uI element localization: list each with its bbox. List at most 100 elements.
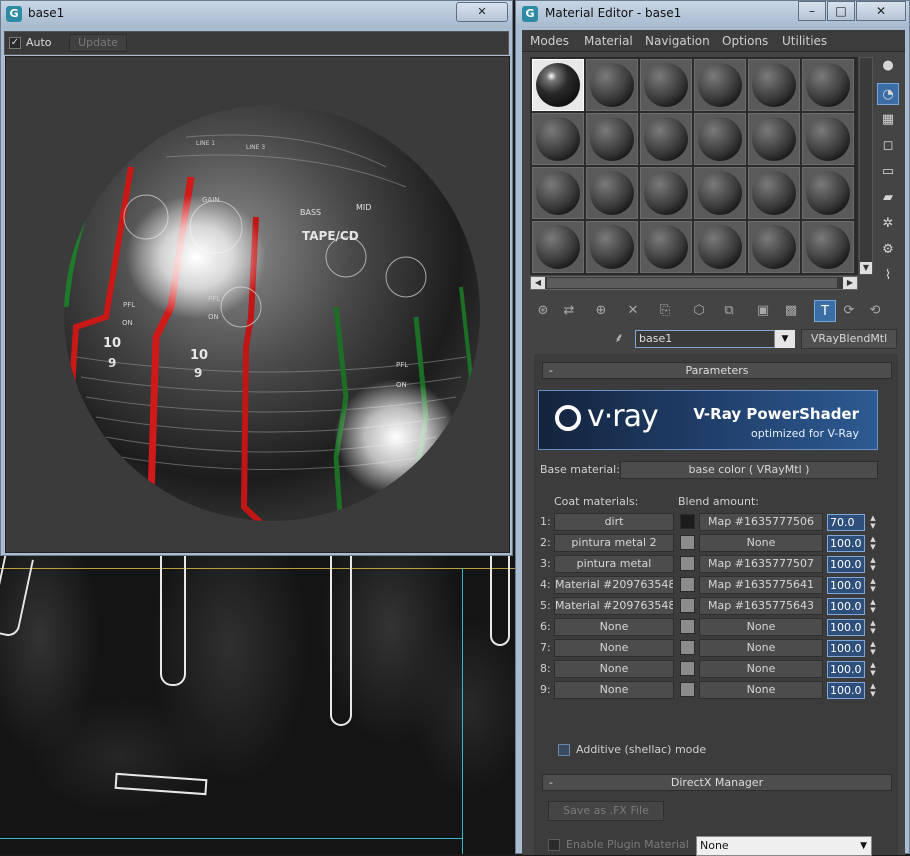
- blend-amount-spinner[interactable]: 100.0: [827, 535, 865, 552]
- sample-slot[interactable]: [694, 59, 746, 111]
- coat-material-button[interactable]: Material #2097635486: [554, 597, 674, 615]
- sample-slot[interactable]: [586, 113, 638, 165]
- sample-slot[interactable]: [748, 59, 800, 111]
- show-end-result-icon[interactable]: ▩: [780, 300, 802, 322]
- sample-type-icon[interactable]: ●: [877, 55, 899, 77]
- sample-slot[interactable]: [748, 167, 800, 219]
- render-preview[interactable]: TAPE/CD BASS MID GAIN LINE 1 LINE 3 PFL …: [5, 56, 510, 553]
- menu-navigation[interactable]: Navigation: [645, 34, 710, 48]
- blend-amount-spinner[interactable]: 100.0: [827, 619, 865, 636]
- spinner-arrows-icon[interactable]: ▲ ▼: [868, 640, 878, 657]
- spinner-arrows-icon[interactable]: ▲ ▼: [868, 514, 878, 531]
- blend-map-button[interactable]: None: [699, 534, 823, 552]
- spinner-arrows-icon[interactable]: ▲ ▼: [868, 598, 878, 615]
- close-button[interactable]: ✕: [856, 1, 906, 21]
- coat-material-button[interactable]: None: [554, 681, 674, 699]
- go-forward-icon[interactable]: ⟳: [838, 300, 860, 322]
- sample-slot[interactable]: [640, 221, 692, 273]
- sample-slot[interactable]: [532, 167, 584, 219]
- sample-slot[interactable]: [802, 59, 854, 111]
- coat-material-button[interactable]: None: [554, 660, 674, 678]
- spinner-arrows-icon[interactable]: ▲ ▼: [868, 682, 878, 699]
- sample-slot[interactable]: [694, 221, 746, 273]
- plugin-material-select[interactable]: None ▼: [696, 836, 872, 856]
- blend-amount-spinner[interactable]: 100.0: [827, 577, 865, 594]
- coat-material-button[interactable]: None: [554, 639, 674, 657]
- minimize-button[interactable]: –: [798, 1, 826, 21]
- make-unique-icon[interactable]: ⎘: [654, 300, 676, 322]
- put-to-scene-icon[interactable]: ⇄: [558, 300, 580, 322]
- additive-mode-checkbox[interactable]: [558, 744, 570, 756]
- coat-material-button[interactable]: None: [554, 618, 674, 636]
- blend-map-button[interactable]: Map #1635777506: [699, 513, 823, 531]
- select-by-material-icon[interactable]: ⚙: [877, 239, 899, 261]
- sample-slot[interactable]: [586, 59, 638, 111]
- blend-amount-spinner[interactable]: 100.0: [827, 661, 865, 678]
- blend-map-button[interactable]: Map #1635775641: [699, 576, 823, 594]
- coat-material-button[interactable]: pintura metal: [554, 555, 674, 573]
- coat-color-swatch[interactable]: [680, 556, 695, 571]
- coat-material-button[interactable]: dirt: [554, 513, 674, 531]
- sample-slot[interactable]: [748, 221, 800, 273]
- base-material-button[interactable]: base color ( VRayMtl ): [620, 461, 878, 479]
- blend-amount-spinner[interactable]: 100.0: [827, 640, 865, 657]
- material-type-button[interactable]: VRayBlendMtl: [801, 329, 897, 349]
- close-button[interactable]: ✕: [456, 2, 508, 22]
- material-name-dropdown[interactable]: ▼: [774, 330, 795, 348]
- blend-map-button[interactable]: None: [699, 639, 823, 657]
- render-window-titlebar[interactable]: G base1 ✕: [1, 1, 512, 28]
- directx-rollout-header[interactable]: - DirectX Manager: [542, 774, 892, 791]
- coat-color-swatch[interactable]: [680, 619, 695, 634]
- coat-material-button[interactable]: Material #2097635485: [554, 576, 674, 594]
- blend-amount-spinner[interactable]: 100.0: [827, 556, 865, 573]
- spinner-arrows-icon[interactable]: ▲ ▼: [868, 577, 878, 594]
- material-editor-titlebar[interactable]: G Material Editor - base1 – □ ✕: [516, 1, 909, 28]
- menu-utilities[interactable]: Utilities: [782, 34, 827, 48]
- menu-options[interactable]: Options: [722, 34, 768, 48]
- go-to-parent-icon[interactable]: T: [814, 300, 836, 322]
- auto-checkbox[interactable]: ✓: [9, 37, 21, 49]
- scroll-down-icon[interactable]: ▼: [860, 262, 872, 274]
- material-navigator-icon[interactable]: ⌇: [877, 265, 899, 287]
- spinner-arrows-icon[interactable]: ▲ ▼: [868, 556, 878, 573]
- sample-slot[interactable]: [802, 167, 854, 219]
- show-map-icon[interactable]: ▣: [752, 300, 774, 322]
- blend-amount-spinner[interactable]: 70.0: [827, 514, 865, 531]
- blend-map-button[interactable]: Map #1635777507: [699, 555, 823, 573]
- sample-slot[interactable]: [802, 113, 854, 165]
- get-material-icon[interactable]: ⊛: [532, 300, 554, 322]
- material-name-input[interactable]: base1: [635, 330, 795, 348]
- coat-color-swatch[interactable]: [680, 598, 695, 613]
- sample-slot[interactable]: [694, 113, 746, 165]
- sample-slot[interactable]: [748, 113, 800, 165]
- coat-color-swatch[interactable]: [680, 661, 695, 676]
- spinner-arrows-icon[interactable]: ▲ ▼: [868, 619, 878, 636]
- coat-color-swatch[interactable]: [680, 682, 695, 697]
- reset-map-icon[interactable]: ✕: [622, 300, 644, 322]
- sample-slot[interactable]: [640, 113, 692, 165]
- sample-slot[interactable]: [802, 221, 854, 273]
- eyedropper-icon[interactable]: ⸙: [608, 328, 630, 350]
- make-preview-icon[interactable]: ▰: [877, 187, 899, 209]
- blend-amount-spinner[interactable]: 100.0: [827, 682, 865, 699]
- coat-color-swatch[interactable]: [680, 577, 695, 592]
- sample-slot-active[interactable]: [532, 59, 584, 111]
- backlight-icon[interactable]: ◔: [877, 83, 899, 105]
- spinner-arrows-icon[interactable]: ▲ ▼: [868, 535, 878, 552]
- scroll-left-icon[interactable]: ◀: [531, 277, 545, 289]
- sample-slot[interactable]: [640, 167, 692, 219]
- scroll-right-icon[interactable]: ▶: [843, 277, 857, 289]
- blend-map-button[interactable]: None: [699, 681, 823, 699]
- maximize-button[interactable]: □: [827, 1, 855, 21]
- sample-uv-tiling-icon[interactable]: ◻: [877, 135, 899, 157]
- blend-amount-spinner[interactable]: 100.0: [827, 598, 865, 615]
- coat-material-button[interactable]: pintura metal 2: [554, 534, 674, 552]
- material-id-icon[interactable]: ⧉: [718, 300, 740, 322]
- assign-material-icon[interactable]: ⊕: [590, 300, 612, 322]
- sample-slot[interactable]: [532, 221, 584, 273]
- background-checker-icon[interactable]: ▦: [877, 109, 899, 131]
- coat-color-swatch[interactable]: [680, 640, 695, 655]
- save-fx-file-button[interactable]: Save as .FX File: [548, 801, 664, 821]
- blend-map-button[interactable]: None: [699, 618, 823, 636]
- sample-slot[interactable]: [586, 221, 638, 273]
